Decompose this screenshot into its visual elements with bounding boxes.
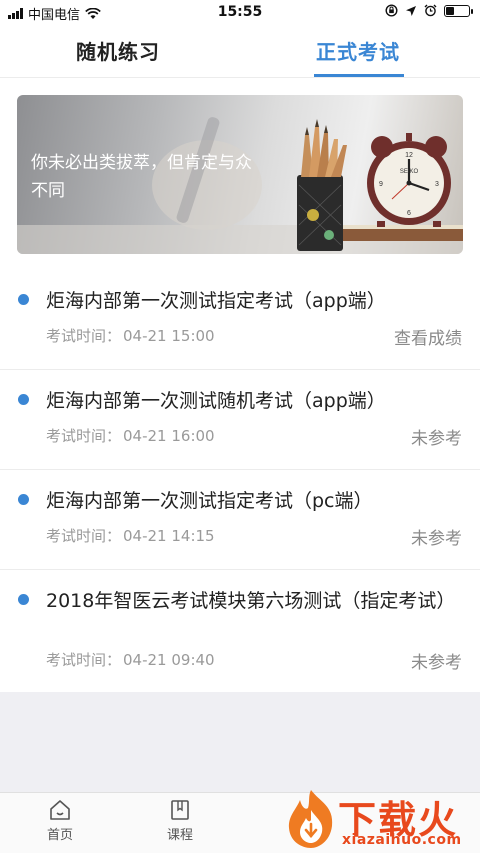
view-score-link[interactable]: 查看成绩	[394, 324, 462, 349]
svg-text:3: 3	[435, 181, 439, 188]
exam-title: 炬海内部第一次测试指定考试（app端）	[46, 290, 386, 312]
lock-rotation-icon	[385, 4, 398, 17]
exam-title: 炬海内部第一次测试指定考试（pc端）	[46, 490, 373, 512]
status-bar: 中国电信 15:55	[0, 0, 480, 24]
exam-status: 未参考	[411, 429, 462, 449]
exam-time: 考试时间： 04-21 14:15	[46, 525, 215, 546]
exam-time-value: 04-21 16:00	[123, 427, 215, 445]
exam-item[interactable]: 炬海内部第一次测试指定考试（pc端） 考试时间： 04-21 14:15 未参考	[0, 470, 480, 570]
flame-logo-icon	[288, 790, 333, 848]
watermark-url: xiazaihuo.com	[342, 832, 462, 848]
exam-time-label: 考试时间：	[46, 527, 122, 545]
exam-item[interactable]: 2018年智医云考试模块第六场测试（指定考试） 考试时间： 04-21 09:40…	[0, 570, 480, 692]
exam-status: 未参考	[411, 653, 462, 673]
exam-status: 未参考	[411, 529, 462, 549]
book-icon	[171, 800, 189, 820]
nav-course-label: 课程	[166, 828, 193, 843]
exam-time-value: 04-21 15:00	[123, 327, 215, 345]
nav-home[interactable]: 首页	[30, 799, 90, 843]
exam-time: 考试时间： 04-21 09:40	[46, 649, 215, 670]
exam-time: 考试时间： 04-21 16:00	[46, 425, 215, 446]
alarm-icon	[424, 4, 437, 17]
tab-random-practice[interactable]: 随机练习	[76, 36, 160, 65]
battery-icon	[444, 4, 473, 17]
exam-time: 考试时间： 04-21 15:00	[46, 325, 215, 346]
svg-text:6: 6	[407, 210, 411, 217]
battery-fill	[446, 6, 454, 15]
exam-time-label: 考试时间：	[46, 327, 122, 345]
svg-text:12: 12	[405, 152, 413, 159]
tab-formal-exam[interactable]: 正式考试	[316, 36, 400, 65]
exam-status-dot	[18, 294, 29, 305]
watermark-logo: 下载火 xiazaihuo.com	[282, 786, 480, 853]
clock-brand: SEIKO	[400, 169, 419, 175]
exam-item[interactable]: 炬海内部第一次测试随机考试（app端） 考试时间： 04-21 16:00 未参考	[0, 370, 480, 470]
promo-banner[interactable]: SEIKO 12 3 6 9 你未必出类拔萃，但肯定与众不同	[17, 95, 463, 254]
exam-title: 2018年智医云考试模块第六场测试（指定考试）	[46, 590, 456, 612]
exam-status-dot	[18, 594, 29, 605]
location-icon	[406, 5, 416, 16]
exam-time-label: 考试时间：	[46, 427, 122, 445]
exam-status-dot	[18, 494, 29, 505]
nav-home-label: 首页	[46, 828, 73, 843]
active-tab-indicator	[314, 74, 404, 77]
exam-list: 炬海内部第一次测试指定考试（app端） 考试时间： 04-21 15:00 查看成…	[0, 270, 480, 692]
exam-time-label: 考试时间：	[46, 651, 122, 669]
exam-time-value: 04-21 14:15	[123, 527, 215, 545]
status-right	[385, 4, 473, 17]
exam-time-value: 04-21 09:40	[123, 651, 215, 669]
svg-text:9: 9	[379, 181, 383, 188]
home-icon	[50, 800, 70, 820]
exam-tabs: 随机练习 正式考试	[0, 24, 480, 78]
exam-status-dot	[18, 394, 29, 405]
banner-slogan: 你未必出类拔萃，但肯定与众不同	[31, 153, 252, 201]
exam-title: 炬海内部第一次测试随机考试（app端）	[46, 390, 386, 412]
nav-course[interactable]: 课程	[150, 799, 210, 843]
exam-item[interactable]: 炬海内部第一次测试指定考试（app端） 考试时间： 04-21 15:00 查看成…	[0, 270, 480, 370]
empty-area	[0, 692, 480, 792]
